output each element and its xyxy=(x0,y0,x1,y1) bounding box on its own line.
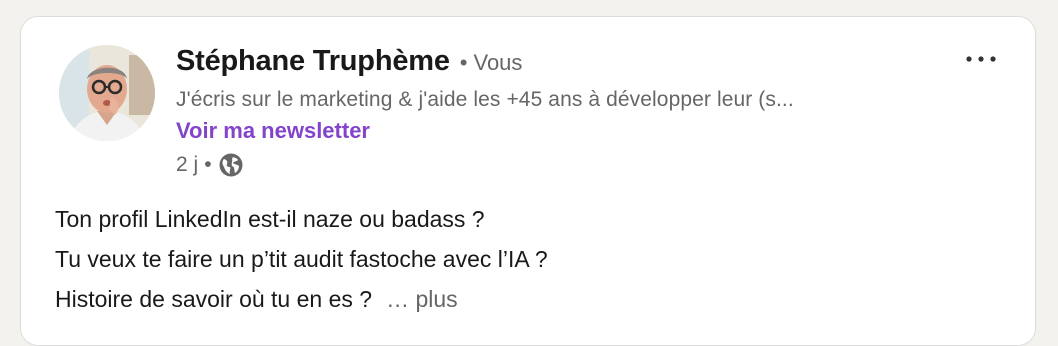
post-body: Ton profil LinkedIn est-il naze ou badas… xyxy=(55,199,1015,319)
post-text-line-3: Histoire de savoir où tu en es ? xyxy=(55,286,373,312)
profile-photo xyxy=(59,45,155,141)
author-avatar[interactable] xyxy=(59,45,155,141)
newsletter-link[interactable]: Voir ma newsletter xyxy=(176,118,370,144)
author-headline: J'écris sur le marketing & j'aide les +4… xyxy=(176,88,794,111)
relation-label: Vous xyxy=(473,50,523,75)
author-name[interactable]: Stéphane Truphème xyxy=(176,45,450,78)
more-options-icon xyxy=(966,56,996,62)
author-name-row: Stéphane Truphème • Vous xyxy=(176,45,522,81)
post-time: 2 j xyxy=(176,153,199,176)
meta-separator: • xyxy=(204,153,212,176)
globe-icon xyxy=(218,152,244,178)
see-more-button[interactable]: … plus xyxy=(386,286,458,312)
post-meta: 2 j • xyxy=(176,151,244,179)
post-text-line-3-row: Histoire de savoir où tu en es ? … plus xyxy=(55,279,1015,319)
more-options-button[interactable] xyxy=(961,47,1001,71)
post-text-line-2: Tu veux te faire un p’tit audit fastoche… xyxy=(55,246,548,272)
name-separator: • xyxy=(459,50,468,75)
post-text-line-1: Ton profil LinkedIn est-il naze ou badas… xyxy=(55,206,485,232)
post-card: Stéphane Truphème • Vous J'écris sur le … xyxy=(20,16,1036,346)
